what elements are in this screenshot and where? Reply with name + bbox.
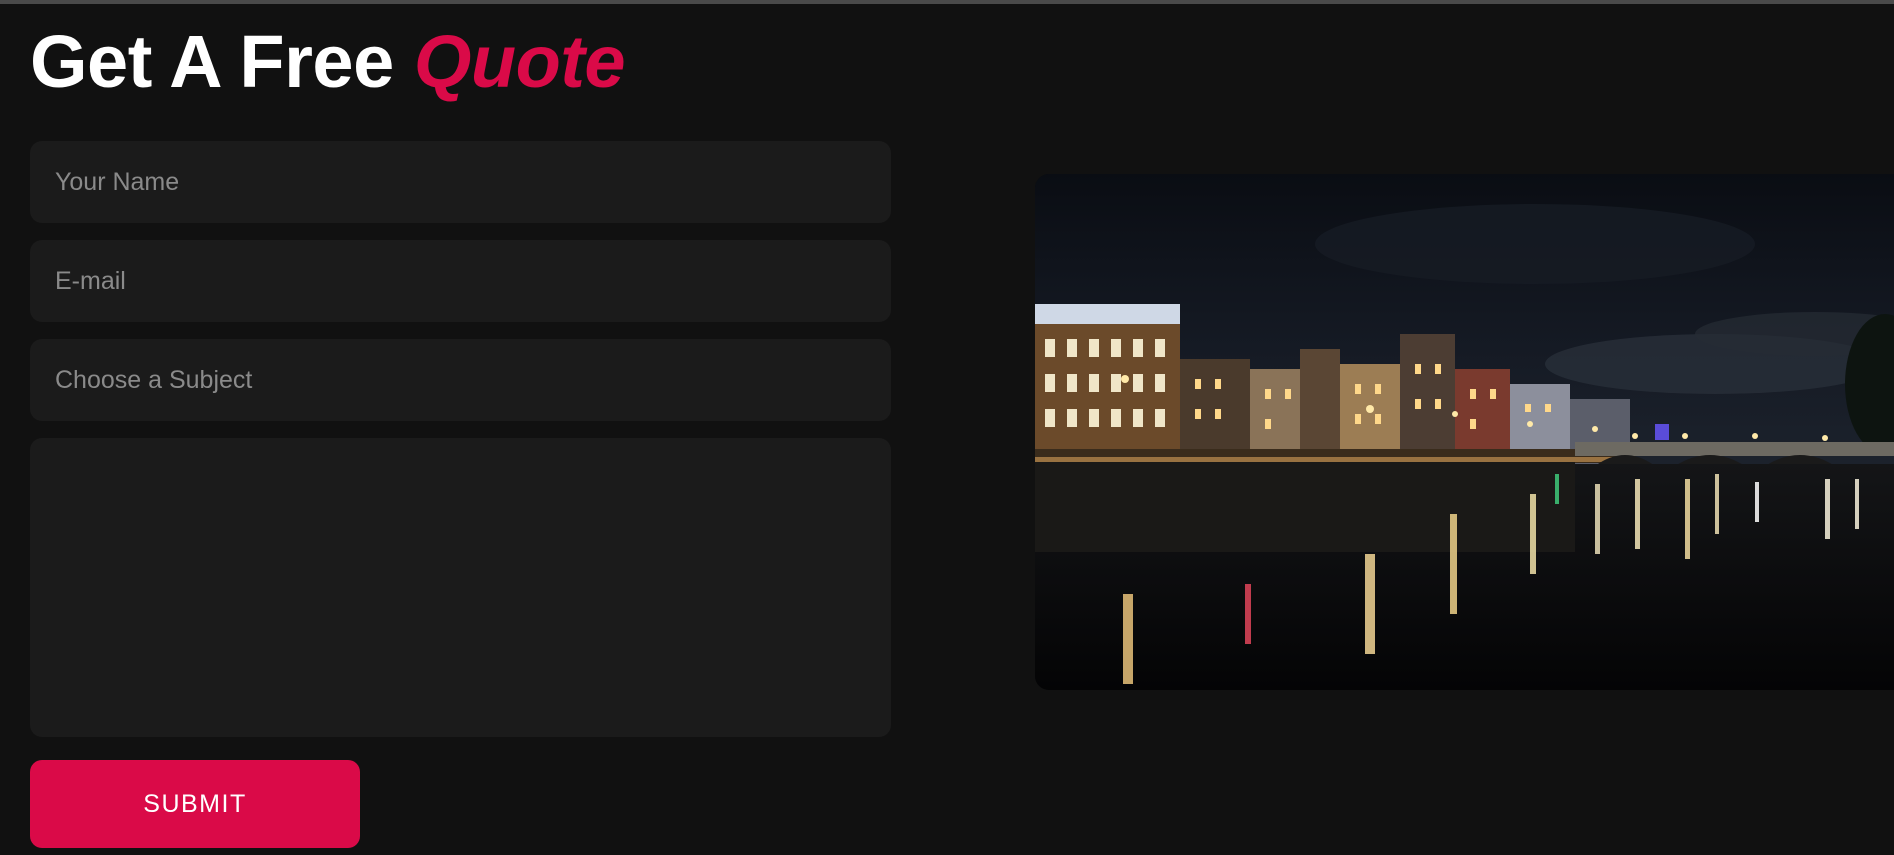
email-field[interactable]: E-mail [30,240,891,322]
page-title: Get A Free Quote [30,18,626,106]
quote-form: Your Name E-mail Choose a Subject [30,141,891,737]
city-night-photo [1035,174,1894,690]
subject-placeholder: Choose a Subject [55,365,253,394]
message-textarea[interactable] [30,438,891,737]
top-border [0,0,1894,4]
photo-illustration [1035,174,1894,690]
title-main: Get A Free [30,20,394,103]
title-accent: Quote [413,20,626,103]
email-placeholder: E-mail [55,266,126,295]
page: Get A Free Quote Your Name E-mail Choose… [0,0,1894,855]
subject-field[interactable]: Choose a Subject [30,339,891,421]
name-placeholder: Your Name [55,167,180,196]
submit-button[interactable]: SUBMIT [30,760,360,848]
name-field[interactable]: Your Name [30,141,891,223]
